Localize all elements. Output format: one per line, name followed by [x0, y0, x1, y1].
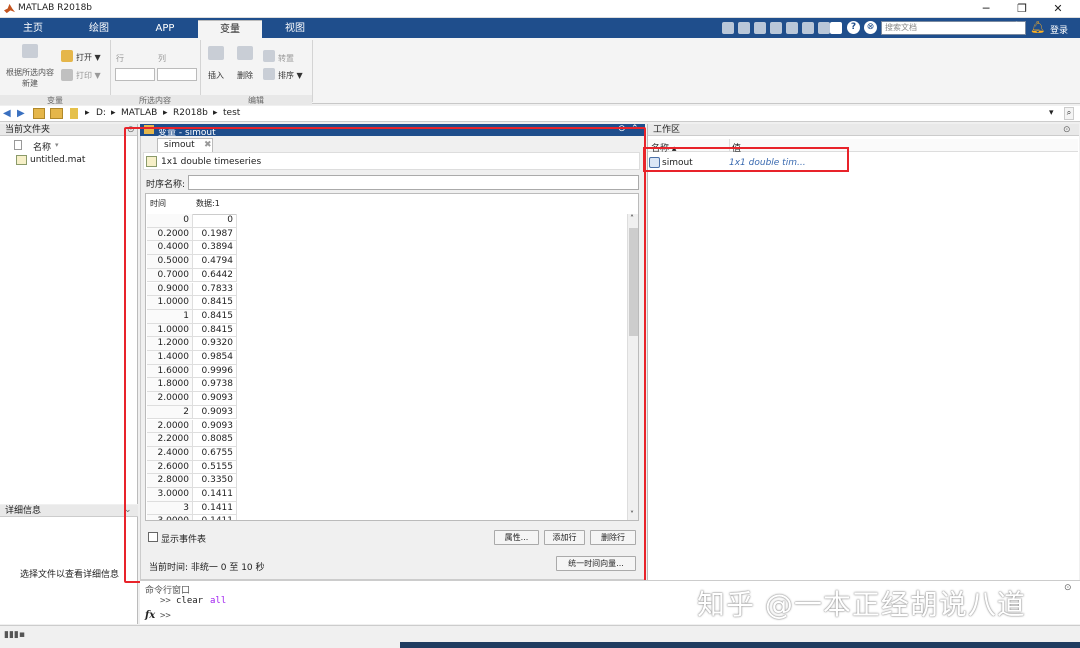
current-folder-panel: 当前文件夹 [0, 124, 138, 504]
address-dropdown-icon[interactable]: ▾ [1049, 108, 1054, 118]
status-bar: ▮▮▮▪ [0, 625, 1080, 648]
matlab-logo-icon [4, 3, 15, 14]
breadcrumb-matlab[interactable]: MATLAB [121, 108, 157, 118]
prompt-active[interactable]: >> [160, 611, 171, 621]
tab-variable[interactable]: 变量 [198, 20, 262, 38]
edit-section-label: 编辑 [200, 95, 312, 105]
highlight-box-workspace [643, 147, 849, 172]
sort-button[interactable]: 排序 ▼ [278, 70, 303, 81]
root-folder-icon [70, 108, 78, 119]
save-icon[interactable] [722, 22, 734, 34]
command-arg: all [210, 596, 227, 606]
redo-icon[interactable] [802, 22, 814, 34]
tab-home[interactable]: 主页 [0, 20, 66, 38]
browse-folder-icon[interactable] [50, 108, 63, 119]
col-name-header[interactable]: 名称 [33, 140, 51, 153]
taskbar-strip [400, 642, 1080, 648]
section-divider [200, 40, 201, 102]
notification-bell-icon[interactable]: 🔔︎ [1030, 20, 1045, 34]
minimize-button[interactable]: ─ [968, 0, 1004, 18]
section-divider [110, 40, 111, 102]
watermark: 知乎 @一本正经胡说八道 [697, 588, 1026, 621]
address-bar [0, 106, 1080, 122]
back-icon[interactable]: ◀ [3, 108, 11, 119]
current-folder-header: 当前文件夹 [0, 124, 137, 136]
new-from-selection-icon[interactable] [22, 44, 38, 58]
print-icon[interactable] [61, 69, 73, 81]
open-button[interactable]: 打开 ▼ [76, 52, 101, 63]
open-icon[interactable] [61, 50, 73, 62]
breadcrumb-separator: ▸ [163, 108, 168, 118]
tab-apps[interactable]: APP [132, 20, 198, 38]
breadcrumb-separator: ▸ [111, 108, 116, 118]
print-button[interactable]: 打印 ▼ [76, 70, 101, 81]
close-button[interactable]: ✕ [1040, 0, 1076, 18]
selection-section-label: 所选内容 [110, 95, 200, 105]
breadcrumb-test[interactable]: test [223, 108, 240, 118]
panel-menu-icon[interactable]: ⊙ [1064, 583, 1072, 593]
paste-icon[interactable] [770, 22, 782, 34]
insert-icon[interactable] [208, 46, 224, 60]
tab-view[interactable]: 视图 [262, 20, 328, 38]
maximize-button[interactable]: ❐ [1004, 0, 1040, 18]
function-browser-icon[interactable]: fx [145, 610, 155, 621]
row-input[interactable] [115, 68, 155, 81]
help-icon[interactable]: ? [847, 21, 860, 34]
row-label: 行 [116, 54, 124, 63]
section-divider [312, 40, 313, 102]
breadcrumb-drive[interactable]: D: [96, 108, 106, 118]
workspace-panel: 工作区 [647, 124, 1079, 580]
forward-icon[interactable]: ▶ [17, 108, 25, 119]
login-link[interactable]: 登录 [1050, 23, 1068, 36]
copy-icon[interactable] [754, 22, 766, 34]
command-header: 命令行窗口 [145, 586, 191, 596]
sort-chevron-icon[interactable]: ▾ [55, 141, 59, 149]
mat-file-icon [16, 155, 27, 165]
file-header-icon [14, 140, 22, 150]
delete-icon[interactable] [237, 46, 253, 60]
cut-icon[interactable] [738, 22, 750, 34]
undo-icon[interactable] [786, 22, 798, 34]
prompt: >> [160, 596, 171, 606]
sort-icon[interactable] [263, 68, 275, 80]
insert-button[interactable]: 插入 [208, 70, 224, 81]
breadcrumb-r2018b[interactable]: R2018b [173, 108, 208, 118]
status-grip-icon: ▮▮▮▪ [4, 630, 25, 640]
details-message: 选择文件以查看详细信息 [20, 570, 120, 580]
transpose-icon[interactable] [263, 50, 275, 62]
community-icon[interactable]: ⊗ [864, 21, 877, 34]
tab-plots[interactable]: 绘图 [66, 20, 132, 38]
search-icon[interactable]: ⚲ [1013, 21, 1020, 32]
highlight-box-editor [124, 127, 646, 583]
title-bar: MATLAB R2018b ─ ❐ ✕ [0, 0, 1080, 18]
address-search-icon[interactable]: ⌕ [1064, 107, 1074, 120]
search-input[interactable]: 搜索文档 [881, 21, 1026, 35]
switch-windows-icon[interactable] [818, 22, 830, 34]
transpose-button[interactable]: 转置 [278, 53, 294, 64]
layout-icon[interactable] [830, 22, 842, 34]
command-text: clear [176, 596, 204, 606]
col-label: 列 [158, 54, 166, 63]
workspace-header: 工作区 [648, 124, 1079, 136]
delete-button[interactable]: 删除 [237, 70, 253, 81]
variable-section-label: 变量 [0, 95, 110, 105]
details-panel: 选择文件以查看详细信息 [0, 517, 138, 624]
new-from-selection-button[interactable]: 根据所选内容 新建 [5, 67, 55, 89]
window-title: MATLAB R2018b [18, 3, 93, 13]
file-list-item[interactable]: untitled.mat [30, 155, 85, 165]
col-input[interactable] [157, 68, 197, 81]
panel-menu-icon[interactable]: ⊙ [1063, 125, 1071, 135]
details-header: 详细信息 [0, 505, 138, 517]
breadcrumb-separator: ▸ [213, 108, 218, 118]
up-folder-icon[interactable] [33, 108, 45, 119]
breadcrumb-separator: ▸ [85, 108, 90, 118]
